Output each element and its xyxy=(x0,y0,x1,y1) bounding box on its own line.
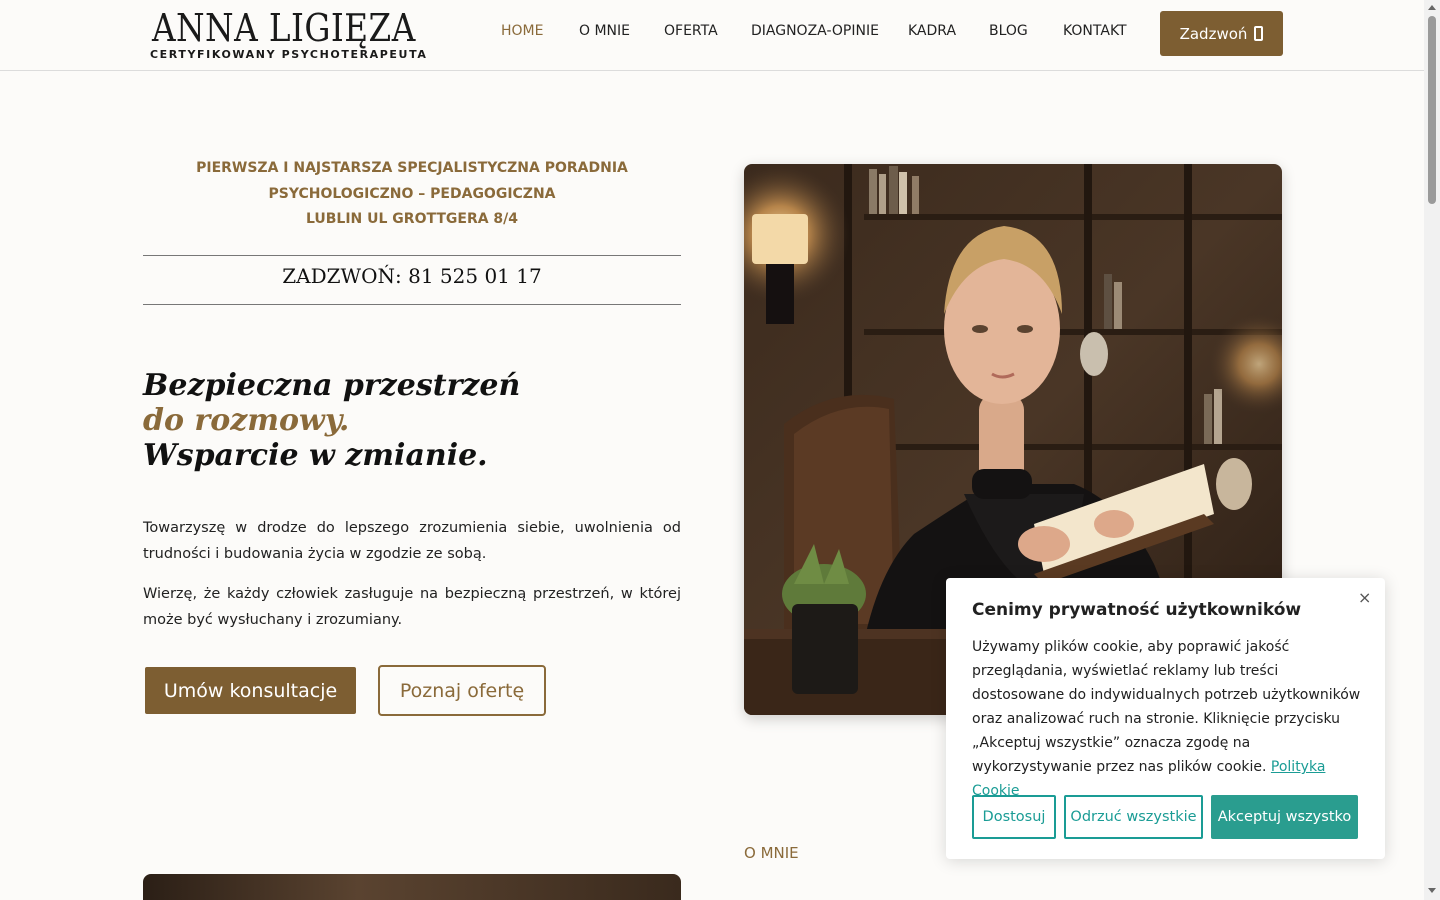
cookie-text: Używamy plików cookie, aby poprawić jako… xyxy=(972,639,1361,775)
scroll-down-arrow-icon[interactable] xyxy=(1428,888,1436,893)
nav-item-oferta[interactable]: OFERTA xyxy=(664,23,718,39)
cookie-accept-button[interactable]: Akceptuj wszystko xyxy=(1211,795,1358,839)
cookie-customize-button[interactable]: Dostosuj xyxy=(972,795,1056,839)
logo-name: ANNA LIGIĘZA xyxy=(152,6,416,50)
therapist-photo-secondary xyxy=(143,874,681,900)
phone-number-heading[interactable]: ZADZWOŃ: 81 525 01 17 xyxy=(143,255,681,305)
scroll-thumb[interactable] xyxy=(1428,16,1436,204)
nav-item-kadra[interactable]: KADRA xyxy=(908,23,956,39)
about-section-label: O MNIE xyxy=(744,844,799,862)
nav-item-blog[interactable]: BLOG xyxy=(989,23,1028,39)
call-button[interactable]: Zadzwoń xyxy=(1160,11,1283,56)
close-icon[interactable]: × xyxy=(1358,588,1371,607)
nav-item-kontakt[interactable]: KONTAKT xyxy=(1063,23,1127,39)
cookie-title: Cenimy prywatność użytkowników xyxy=(972,600,1302,620)
site-header: ANNA LIGIĘZA CERTYFIKOWANY PSYCHOTERAPEU… xyxy=(0,0,1424,71)
headline-line: Wsparcie w zmianie. xyxy=(143,438,488,473)
headline-line: Bezpieczna przestrzeń xyxy=(143,368,521,403)
hero-headline: Bezpieczna przestrzeń do rozmowy. Wsparc… xyxy=(143,368,520,473)
headline-line-accent: do rozmowy. xyxy=(143,403,350,438)
view-offer-button[interactable]: Poznaj ofertę xyxy=(378,665,546,716)
nav-item-diagnoza-opinie[interactable]: DIAGNOZA-OPINIE xyxy=(751,23,879,39)
phone-icon xyxy=(1254,26,1264,41)
cookie-consent-banner: Cenimy prywatność użytkowników × Używamy… xyxy=(946,578,1385,859)
tagline-line: PIERWSZA I NAJSTARSZA SPECJALISTYCZNA PO… xyxy=(196,160,628,176)
scroll-up-arrow-icon[interactable] xyxy=(1428,5,1436,10)
page-scrollbar[interactable] xyxy=(1424,0,1440,900)
cookie-reject-button[interactable]: Odrzuć wszystkie xyxy=(1064,795,1203,839)
clinic-tagline: PIERWSZA I NAJSTARSZA SPECJALISTYCZNA PO… xyxy=(143,156,681,233)
tagline-line: LUBLIN UL GROTTGERA 8/4 xyxy=(305,211,519,227)
logo-subtitle: CERTYFIKOWANY PSYCHOTERAPEUTA xyxy=(150,48,428,61)
cookie-description: Używamy plików cookie, aby poprawić jako… xyxy=(972,635,1364,803)
site-logo[interactable]: ANNA LIGIĘZA CERTYFIKOWANY PSYCHOTERAPEU… xyxy=(150,6,440,66)
nav-item-o-mnie[interactable]: O MNIE xyxy=(579,23,630,39)
call-button-label: Zadzwoń xyxy=(1179,24,1248,43)
nav-item-home[interactable]: HOME xyxy=(501,23,543,39)
hero-paragraph: Towarzyszę w drodze do lepszego zrozumie… xyxy=(143,520,681,562)
hero-paragraph: Wierzę, że każdy człowiek zasługuje na b… xyxy=(143,586,681,628)
book-consultation-button[interactable]: Umów konsultacje xyxy=(145,667,356,714)
tagline-line: PSYCHOLOGICZNO – PEDAGOGICZNA xyxy=(268,185,556,202)
